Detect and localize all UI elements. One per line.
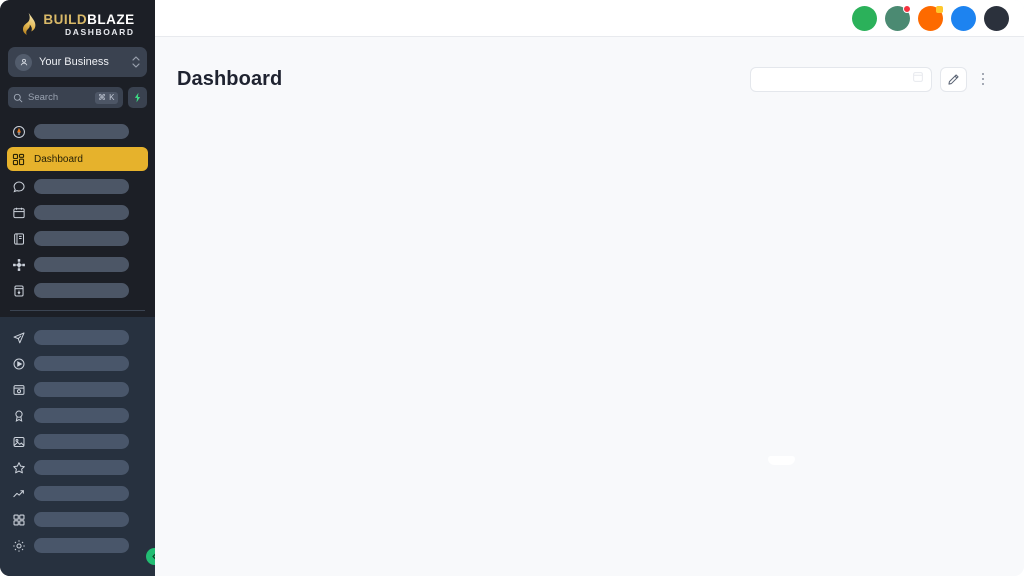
- content-header: Dashboard: [155, 37, 1024, 99]
- sidebar-item-messages[interactable]: [7, 176, 148, 197]
- avatar-teal[interactable]: [885, 4, 911, 31]
- search-icon: [13, 93, 23, 102]
- sidebar-item-settings[interactable]: [7, 535, 148, 556]
- sidebar-item-awards[interactable]: [7, 405, 148, 426]
- search-input[interactable]: Search ⌘ K: [8, 87, 123, 108]
- storefront-icon: [11, 382, 26, 397]
- more-options-button[interactable]: [975, 67, 991, 92]
- sidebar-item-analytics[interactable]: [7, 483, 148, 504]
- loading-skeleton: [34, 512, 129, 527]
- loading-skeleton: [34, 538, 129, 553]
- search-placeholder: Search: [28, 92, 59, 103]
- sidebar-navigation: Dashboard: [0, 108, 155, 576]
- chat-bubble-icon: [11, 179, 26, 194]
- flame-icon: [23, 12, 36, 35]
- play-circle-icon: [11, 356, 26, 371]
- sidebar-item-gallery[interactable]: [7, 431, 148, 452]
- avatar-green[interactable]: [852, 5, 877, 31]
- compass-icon: [11, 124, 26, 139]
- award-ribbon-icon: [11, 408, 26, 423]
- kebab-dot: [981, 82, 985, 86]
- loading-skeleton: [34, 283, 129, 298]
- grid-apps-icon: [11, 512, 26, 527]
- notebook-icon: [11, 231, 26, 246]
- user-avatar-icon: [15, 53, 32, 71]
- loading-placeholder-artifact: [768, 456, 795, 465]
- pencil-edit-icon: [948, 73, 959, 85]
- image-photo-icon: [11, 434, 26, 449]
- loading-skeleton: [34, 408, 129, 423]
- sidebar-item-send[interactable]: [7, 327, 148, 348]
- status-square-badge: [936, 5, 943, 13]
- brand-logo[interactable]: BUILDBLAZE DASHBOARD: [0, 0, 155, 47]
- loading-skeleton: [34, 460, 129, 475]
- loading-skeleton: [34, 434, 129, 449]
- star-icon: [11, 460, 26, 475]
- sidebar-divider: [10, 310, 145, 311]
- sidebar-item-notebook[interactable]: [7, 228, 148, 249]
- filter-input[interactable]: [750, 66, 932, 92]
- sidebar-item-storefront[interactable]: [7, 379, 148, 400]
- sidebar-item-apps[interactable]: [7, 509, 148, 530]
- avatar-blue[interactable]: [951, 5, 976, 31]
- workflow-nodes-icon: [11, 257, 26, 272]
- notification-dot: [903, 4, 911, 13]
- nav-group-secondary: [0, 317, 155, 576]
- sidebar-item-favorites[interactable]: [7, 457, 148, 478]
- loading-skeleton: [34, 356, 129, 371]
- chevron-left-icon: [152, 553, 155, 560]
- loading-skeleton: [34, 330, 129, 345]
- top-bar: [155, 0, 1024, 37]
- calendar-icon: [11, 205, 26, 220]
- gear-settings-icon: [11, 538, 26, 553]
- brand-name: BUILDBLAZE: [43, 11, 135, 27]
- search-row: Search ⌘ K: [8, 87, 147, 108]
- trending-up-icon: [11, 486, 26, 501]
- loading-skeleton: [34, 124, 129, 139]
- chevron-up-down-icon: [132, 56, 140, 68]
- sidebar-item-calendar[interactable]: [7, 202, 148, 223]
- sidebar-item-media[interactable]: [7, 353, 148, 374]
- sidebar-item-dashboard[interactable]: Dashboard: [7, 147, 148, 171]
- loading-skeleton: [34, 179, 129, 194]
- business-selector[interactable]: Your Business: [8, 47, 147, 77]
- archive-box-icon: [11, 283, 26, 298]
- content-body: [155, 99, 1024, 576]
- brand-subtitle: DASHBOARD: [64, 27, 135, 37]
- kebab-dot: [981, 77, 985, 81]
- business-selector-label: Your Business: [39, 56, 109, 68]
- ai-assistant-button[interactable]: [128, 87, 147, 108]
- loading-skeleton: [34, 257, 129, 272]
- grid-dashboard-icon: [11, 152, 26, 167]
- main-area: Dashboard: [155, 0, 1024, 576]
- sidebar-header: BUILDBLAZE DASHBOARD Your Business Searc…: [0, 0, 155, 108]
- sidebar-item-label: Dashboard: [34, 153, 83, 165]
- avatar-orange[interactable]: [918, 5, 943, 31]
- sidebar: BUILDBLAZE DASHBOARD Your Business Searc…: [0, 0, 155, 576]
- window-square-icon: [912, 70, 924, 88]
- loading-skeleton: [34, 231, 129, 246]
- edit-button[interactable]: [940, 66, 967, 92]
- loading-skeleton: [34, 486, 129, 501]
- brand-text: BUILDBLAZE DASHBOARD: [43, 11, 135, 37]
- sidebar-item-archive[interactable]: [7, 280, 148, 301]
- avatar-dark[interactable]: [984, 5, 1009, 31]
- nav-group-primary: Dashboard: [0, 121, 155, 317]
- header-controls: [750, 66, 991, 92]
- search-shortcut-badge: ⌘ K: [94, 91, 118, 104]
- page-title: Dashboard: [177, 67, 283, 90]
- sidebar-item-compass[interactable]: [7, 121, 148, 142]
- app-window: BUILDBLAZE DASHBOARD Your Business Searc…: [0, 0, 1024, 576]
- sparkle-icon: [134, 92, 141, 103]
- loading-skeleton: [34, 205, 129, 220]
- sidebar-item-workflow[interactable]: [7, 254, 148, 275]
- send-paper-plane-icon: [11, 330, 26, 345]
- loading-skeleton: [34, 382, 129, 397]
- kebab-dot: [981, 72, 985, 76]
